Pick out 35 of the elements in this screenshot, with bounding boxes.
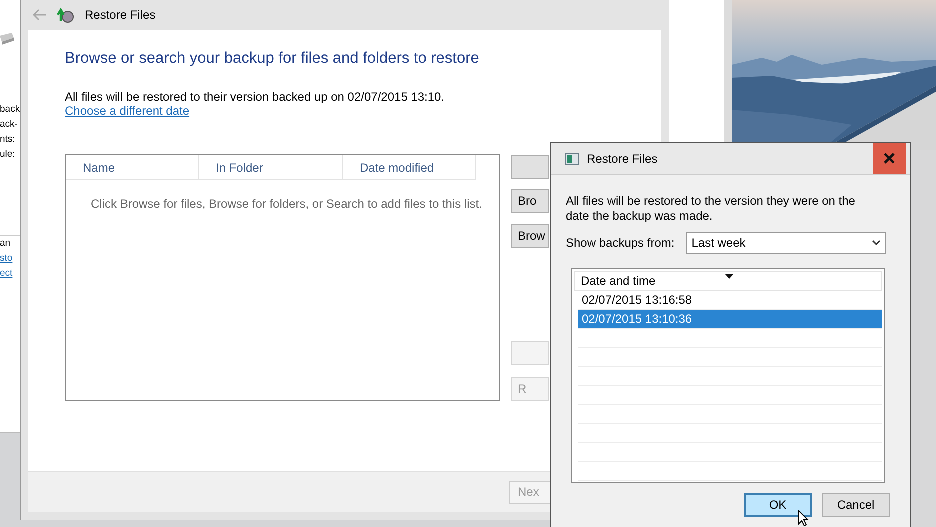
cursor-icon <box>798 510 810 527</box>
action-button[interactable] <box>511 155 549 179</box>
label: back <box>0 104 20 115</box>
label: ule: <box>0 149 16 160</box>
link[interactable]: sto <box>0 253 13 264</box>
ok-button[interactable]: OK <box>744 493 812 517</box>
page-heading: Browse or search your backup for files and folders to restore <box>65 50 480 68</box>
column-header[interactable]: Date and time <box>574 271 882 291</box>
drive-icon <box>0 32 14 46</box>
window-icon <box>565 152 579 164</box>
link[interactable]: ect <box>0 268 13 279</box>
dialog-message: All files will be restored to the version they were on the date the backup was made. <box>566 194 856 224</box>
label: an <box>0 238 12 249</box>
list-row[interactable]: 02/07/2015 13:10:36 <box>578 310 882 329</box>
change-date-link[interactable]: Choose a different date <box>65 104 190 118</box>
caret-icon <box>872 240 881 246</box>
close-button[interactable] <box>873 143 906 174</box>
browse-button[interactable]: Bro <box>511 189 549 213</box>
column-header[interactable]: In Folder <box>199 155 343 179</box>
browse-button[interactable]: Brow <box>511 224 549 248</box>
period-dropdown[interactable]: Last week <box>686 232 886 254</box>
column-header[interactable]: Name <box>66 155 199 179</box>
back-icon[interactable] <box>33 9 47 21</box>
column-header[interactable]: Date modified <box>343 155 476 179</box>
sort-icon <box>725 274 734 279</box>
cancel-button[interactable]: Cancel <box>822 493 890 517</box>
info-text: All files will be restored to their version backed up on 02/07/2015 13:10. <box>65 90 446 104</box>
empty-list-message: Click Browse for files, Browse for folders, or Search to add files to this list. <box>91 197 484 211</box>
label: nts: <box>0 134 16 145</box>
field-label: Show backups from: <box>566 236 675 250</box>
restore-icon <box>57 7 75 23</box>
label: ack- <box>0 119 19 130</box>
dialog-title: Restore Files <box>587 152 658 166</box>
close-icon <box>884 153 895 164</box>
window-title: Restore Files <box>85 8 156 22</box>
